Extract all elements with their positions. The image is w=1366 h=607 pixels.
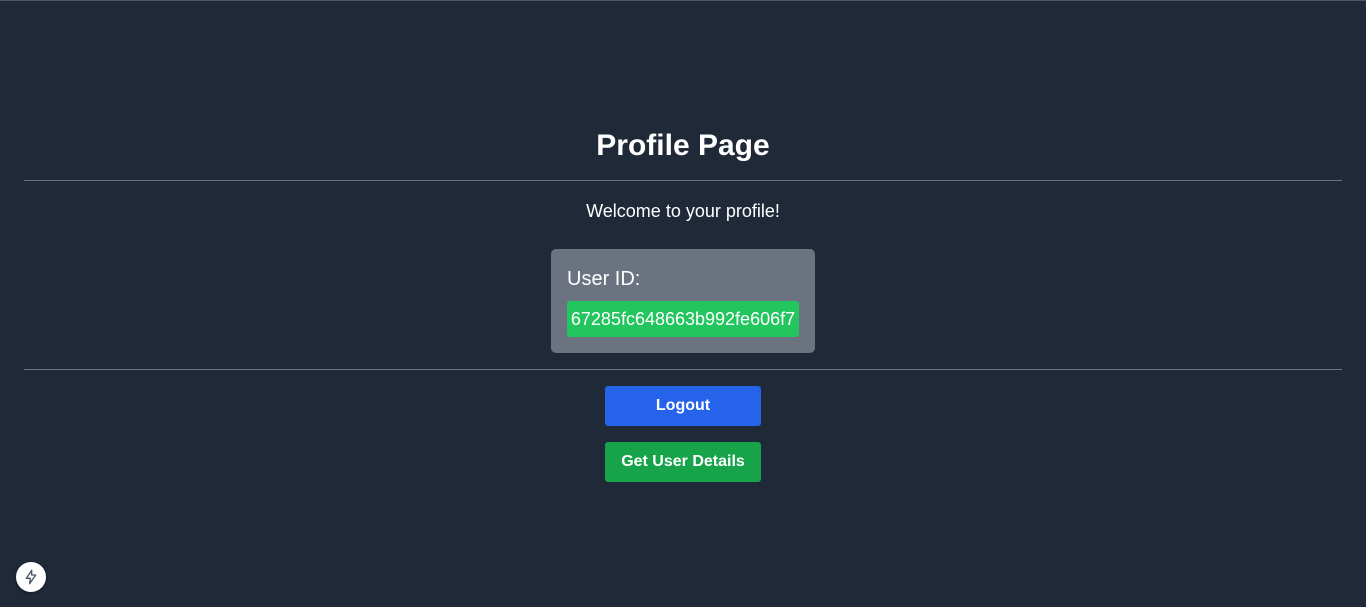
- top-border: [0, 0, 1366, 1]
- user-id-label: User ID:: [567, 268, 641, 290]
- get-user-details-button[interactable]: Get User Details: [605, 442, 761, 482]
- user-id-value: 67285fc648663b992fe606f7: [567, 301, 799, 337]
- logout-button[interactable]: Logout: [605, 386, 761, 426]
- bottom-divider: [24, 369, 1342, 370]
- page-title: Profile Page: [596, 129, 770, 162]
- top-divider: [24, 180, 1342, 181]
- lightning-bolt-icon: [25, 569, 37, 585]
- welcome-message: Welcome to your profile!: [586, 201, 780, 221]
- user-id-card: User ID: 67285fc648663b992fe606f7: [551, 249, 815, 353]
- dev-tools-button[interactable]: [16, 562, 46, 592]
